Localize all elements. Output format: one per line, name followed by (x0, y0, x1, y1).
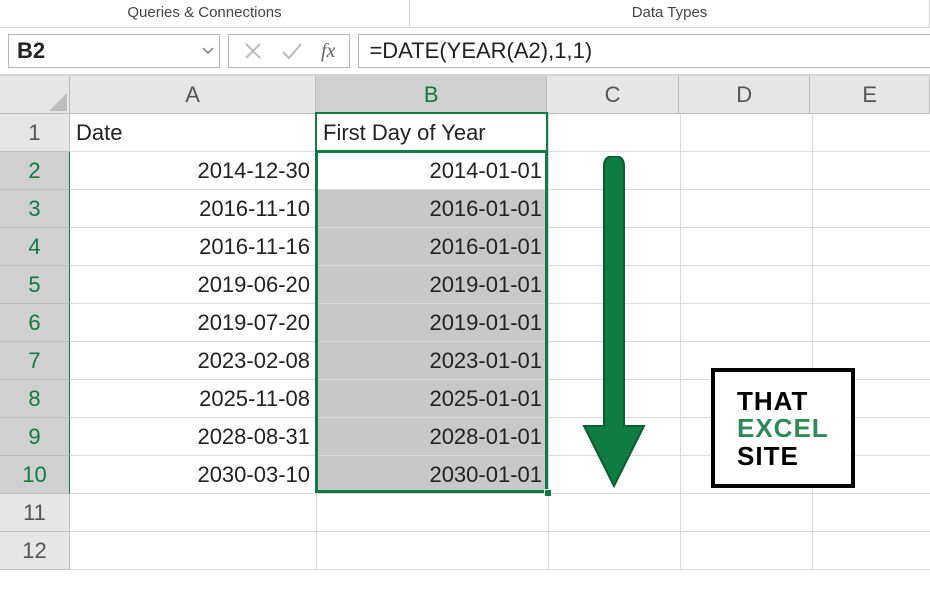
cell-A1[interactable]: Date (70, 114, 317, 152)
cell-B6[interactable]: 2019-01-01 (317, 304, 549, 342)
cell-E3[interactable] (813, 190, 930, 228)
table-row: 2014-12-302014-01-01 (70, 152, 930, 190)
cell-B1[interactable]: First Day of Year (317, 114, 549, 152)
formula-bar-row: B2 fx =DATE(YEAR(A2),1,1) (0, 28, 930, 76)
row-header-4[interactable]: 4 (0, 228, 70, 266)
row-header-7[interactable]: 7 (0, 342, 70, 380)
logo-line-2: EXCEL (737, 415, 829, 442)
row-header-2[interactable]: 2 (0, 152, 70, 190)
cell-B8[interactable]: 2025-01-01 (317, 380, 549, 418)
cell-C3[interactable] (549, 190, 681, 228)
cell-C4[interactable] (549, 228, 681, 266)
cell-B9[interactable]: 2028-01-01 (317, 418, 549, 456)
cell-B3[interactable]: 2016-01-01 (317, 190, 549, 228)
logo-line-1: THAT (737, 388, 829, 415)
cell-B10[interactable]: 2030-01-01 (317, 456, 549, 494)
cell-D12[interactable] (681, 532, 813, 570)
column-header-E[interactable]: E (810, 76, 930, 114)
row-headers: 123456789101112 (0, 114, 70, 570)
row-header-10[interactable]: 10 (0, 456, 70, 494)
cell-C11[interactable] (549, 494, 681, 532)
cell-C9[interactable] (549, 418, 681, 456)
row-header-1[interactable]: 1 (0, 114, 70, 152)
cell-D6[interactable] (681, 304, 813, 342)
cell-C2[interactable] (549, 152, 681, 190)
cancel-formula-icon[interactable] (243, 41, 263, 61)
formula-controls: fx (228, 34, 350, 68)
column-headers: ABCDE (70, 76, 930, 114)
cell-A4[interactable]: 2016-11-16 (70, 228, 317, 266)
logo-line-3: SITE (737, 443, 829, 470)
cell-E1[interactable] (813, 114, 930, 152)
table-row (70, 494, 930, 532)
formula-bar-input[interactable]: =DATE(YEAR(A2),1,1) (358, 34, 930, 68)
cell-E5[interactable] (813, 266, 930, 304)
cell-B12[interactable] (317, 532, 549, 570)
cell-D2[interactable] (681, 152, 813, 190)
row-header-3[interactable]: 3 (0, 190, 70, 228)
cell-A10[interactable]: 2030-03-10 (70, 456, 317, 494)
cell-E11[interactable] (813, 494, 930, 532)
insert-function-icon[interactable]: fx (321, 40, 335, 63)
table-row: 2016-11-162016-01-01 (70, 228, 930, 266)
column-header-D[interactable]: D (679, 76, 811, 114)
row-header-8[interactable]: 8 (0, 380, 70, 418)
row-header-12[interactable]: 12 (0, 532, 70, 570)
cell-C5[interactable] (549, 266, 681, 304)
cell-C6[interactable] (549, 304, 681, 342)
cell-A2[interactable]: 2014-12-30 (70, 152, 317, 190)
name-box-dropdown-icon[interactable] (197, 44, 219, 58)
name-box-value: B2 (9, 38, 197, 64)
cell-C12[interactable] (549, 532, 681, 570)
cell-A6[interactable]: 2019-07-20 (70, 304, 317, 342)
row-header-11[interactable]: 11 (0, 494, 70, 532)
fill-handle[interactable] (544, 489, 552, 497)
cell-D4[interactable] (681, 228, 813, 266)
table-row: DateFirst Day of Year (70, 114, 930, 152)
table-row (70, 532, 930, 570)
cell-B4[interactable]: 2016-01-01 (317, 228, 549, 266)
cell-A3[interactable]: 2016-11-10 (70, 190, 317, 228)
name-box[interactable]: B2 (8, 34, 220, 68)
accept-formula-icon[interactable] (281, 41, 303, 61)
cell-A12[interactable] (70, 532, 317, 570)
row-header-5[interactable]: 5 (0, 266, 70, 304)
table-row: 2019-07-202019-01-01 (70, 304, 930, 342)
table-row: 2016-11-102016-01-01 (70, 190, 930, 228)
select-all-corner[interactable] (0, 76, 70, 114)
ribbon-group-labels: Queries & Connections Data Types (0, 0, 930, 28)
cell-A11[interactable] (70, 494, 317, 532)
that-excel-site-logo: THATEXCELSITE (711, 368, 855, 488)
cell-B2[interactable]: 2014-01-01 (317, 152, 549, 190)
cell-D3[interactable] (681, 190, 813, 228)
cell-D11[interactable] (681, 494, 813, 532)
cell-E2[interactable] (813, 152, 930, 190)
cell-C7[interactable] (549, 342, 681, 380)
ribbon-group-datatypes: Data Types (410, 0, 930, 27)
cell-C1[interactable] (549, 114, 681, 152)
cell-B5[interactable]: 2019-01-01 (317, 266, 549, 304)
column-header-C[interactable]: C (547, 76, 679, 114)
cell-B11[interactable] (317, 494, 549, 532)
cell-E12[interactable] (813, 532, 930, 570)
row-header-6[interactable]: 6 (0, 304, 70, 342)
cell-A8[interactable]: 2025-11-08 (70, 380, 317, 418)
cell-D1[interactable] (681, 114, 813, 152)
row-header-9[interactable]: 9 (0, 418, 70, 456)
cell-C8[interactable] (549, 380, 681, 418)
cell-E4[interactable] (813, 228, 930, 266)
column-header-B[interactable]: B (316, 76, 547, 114)
cells-area[interactable]: DateFirst Day of Year2014-12-302014-01-0… (70, 114, 930, 570)
cell-B7[interactable]: 2023-01-01 (317, 342, 549, 380)
column-header-A[interactable]: A (70, 76, 316, 114)
cell-E6[interactable] (813, 304, 930, 342)
cell-A7[interactable]: 2023-02-08 (70, 342, 317, 380)
cell-D5[interactable] (681, 266, 813, 304)
table-row: 2019-06-202019-01-01 (70, 266, 930, 304)
cell-A9[interactable]: 2028-08-31 (70, 418, 317, 456)
cell-A5[interactable]: 2019-06-20 (70, 266, 317, 304)
cell-C10[interactable] (549, 456, 681, 494)
ribbon-group-queries: Queries & Connections (0, 0, 410, 27)
